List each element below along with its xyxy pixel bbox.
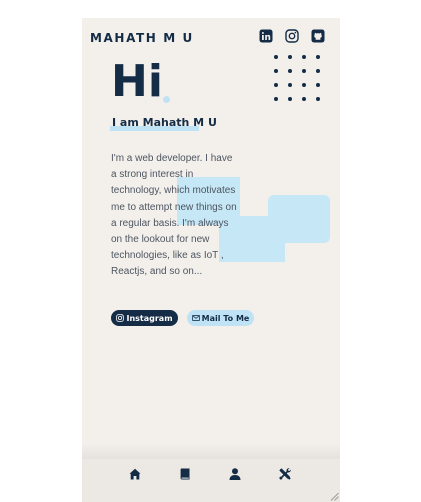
resize-handle-icon[interactable] — [330, 492, 339, 501]
instagram-button-label: Instagram — [126, 313, 173, 323]
instagram-icon — [116, 314, 125, 322]
instagram-icon[interactable] — [285, 29, 299, 43]
mail-button[interactable]: Mail To Me — [187, 310, 254, 326]
app-screen: MAHATH M U Hi I am Mahath M U I'm a web … — [82, 18, 340, 502]
nav-shadow — [82, 443, 340, 459]
social-links — [259, 29, 325, 43]
home-icon[interactable] — [128, 467, 142, 481]
dot-grid-decoration — [274, 55, 322, 103]
github-icon[interactable] — [311, 29, 325, 43]
linkedin-icon[interactable] — [259, 29, 273, 43]
greeting-heading: Hi — [111, 56, 163, 107]
mail-button-label: Mail To Me — [201, 313, 250, 323]
decor-block — [268, 195, 330, 243]
greeting-dot — [163, 96, 170, 103]
bio-text: I'm a web developer. I have a strong int… — [111, 153, 237, 278]
book-icon[interactable] — [178, 467, 192, 481]
tools-icon[interactable] — [278, 467, 292, 481]
bottom-nav — [82, 459, 340, 502]
site-logo[interactable]: MAHATH M U — [90, 31, 194, 45]
instagram-button[interactable]: Instagram — [111, 310, 178, 326]
intro-name: I am Mahath M U — [112, 116, 217, 129]
mail-icon — [191, 315, 200, 321]
user-icon[interactable] — [228, 467, 242, 481]
